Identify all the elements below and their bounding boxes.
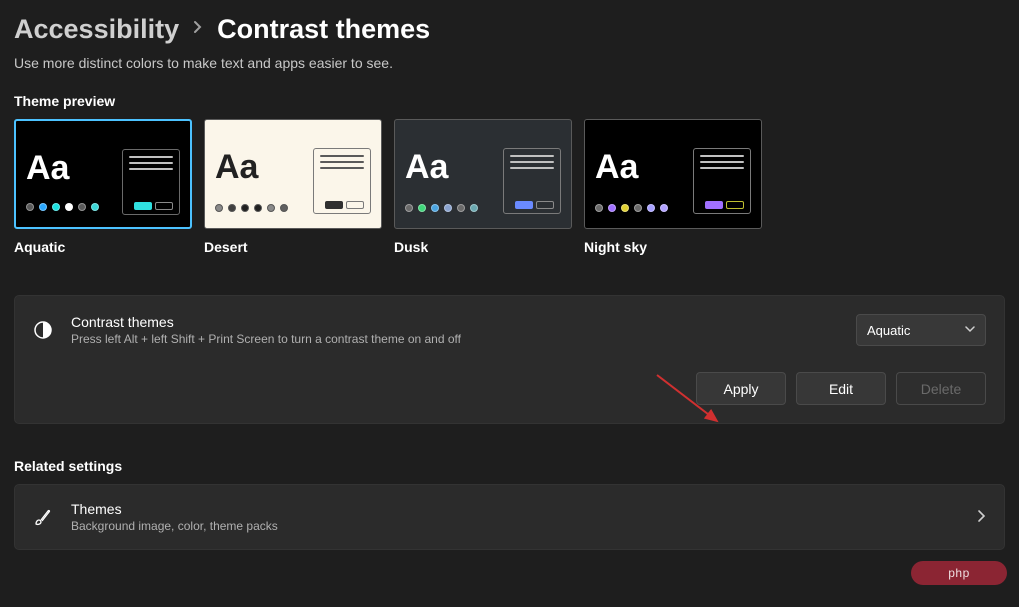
theme-select-value: Aquatic [867,323,910,338]
mini-window-icon [693,148,751,214]
mini-window-icon [313,148,371,214]
related-settings-label: Related settings [0,424,1019,484]
color-dots [215,204,288,212]
page-description: Use more distinct colors to make text an… [0,55,1019,93]
breadcrumb: Accessibility Contrast themes [0,0,1019,55]
card-title: Contrast themes [71,314,838,330]
related-themes-row[interactable]: Themes Background image, color, theme pa… [14,484,1005,550]
sample-text-icon: Aa [595,148,638,187]
theme-name-label: Desert [204,239,382,255]
card-subtitle: Press left Alt + left Shift + Print Scre… [71,332,838,346]
theme-name-label: Aquatic [14,239,192,255]
chevron-right-icon [193,20,203,39]
watermark-badge: php [911,561,1007,585]
related-title: Themes [71,501,959,517]
apply-button[interactable]: Apply [696,372,786,405]
theme-tile-night-sky[interactable]: Aa Night sky [584,119,762,255]
color-dots [405,204,478,212]
sample-text-icon: Aa [405,148,448,187]
related-subtitle: Background image, color, theme packs [71,519,959,533]
color-dots [595,204,668,212]
brush-icon [33,507,53,527]
theme-preview-grid: Aa Aquatic Aa [0,119,1019,255]
edit-button[interactable]: Edit [796,372,886,405]
breadcrumb-parent[interactable]: Accessibility [14,14,179,45]
mini-window-icon [503,148,561,214]
mini-window-icon [122,149,180,215]
theme-tile-aquatic[interactable]: Aa Aquatic [14,119,192,255]
theme-tile-dusk[interactable]: Aa Dusk [394,119,572,255]
page-title: Contrast themes [217,14,430,45]
chevron-down-icon [965,324,975,336]
sample-text-icon: Aa [26,149,69,188]
delete-button: Delete [896,372,986,405]
theme-name-label: Night sky [584,239,762,255]
color-dots [26,203,99,211]
theme-tile-desert[interactable]: Aa Desert [204,119,382,255]
sample-text-icon: Aa [215,148,258,187]
theme-select[interactable]: Aquatic [856,314,986,346]
chevron-right-icon [977,509,986,526]
theme-preview-label: Theme preview [0,93,1019,119]
contrast-icon [33,320,53,340]
contrast-themes-card: Contrast themes Press left Alt + left Sh… [14,295,1005,424]
theme-name-label: Dusk [394,239,572,255]
